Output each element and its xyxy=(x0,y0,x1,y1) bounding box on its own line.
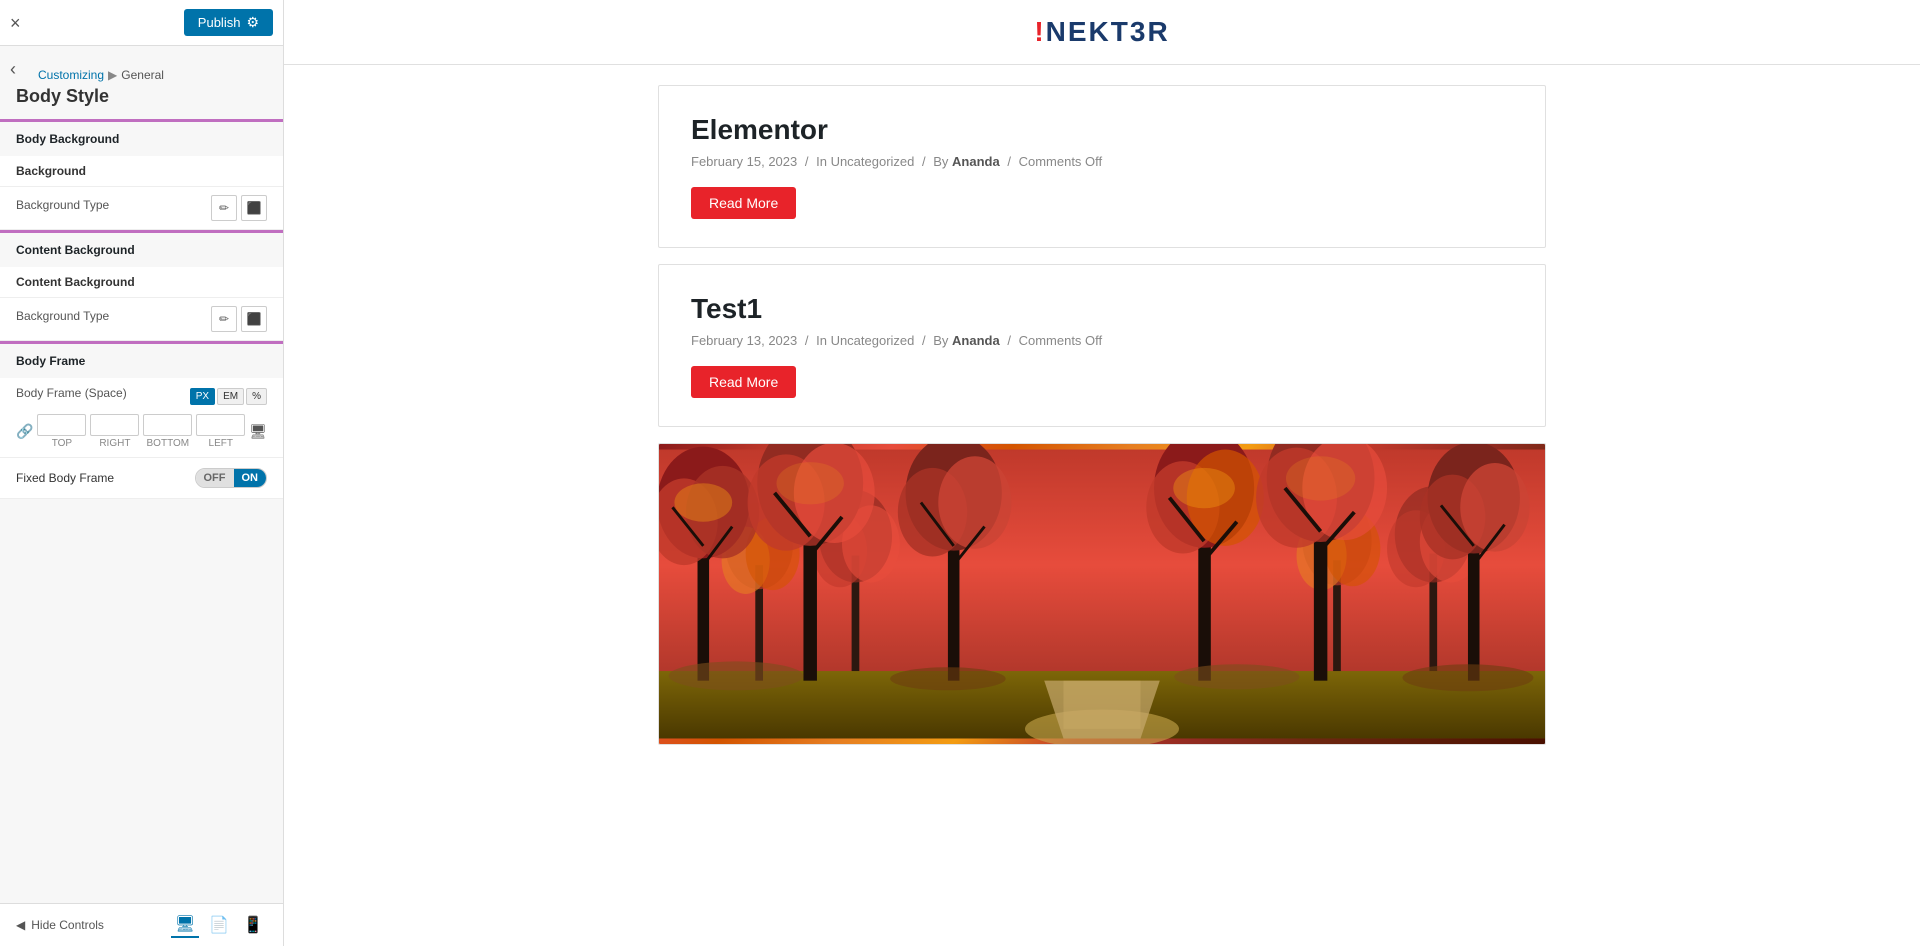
post-comments-1: Comments Off xyxy=(1019,154,1103,169)
panel-title: Body Style xyxy=(0,82,283,119)
background-type-icons: ✏ ⬛ xyxy=(211,195,267,221)
left-field: LEFT xyxy=(196,414,245,449)
content-background-control: Content Background xyxy=(0,267,283,298)
site-logo: !NEKT3R xyxy=(284,16,1920,48)
hide-controls-button[interactable]: ◀ Hide Controls xyxy=(16,918,104,932)
breadcrumb-customizing[interactable]: Customizing xyxy=(38,68,104,82)
post-author-1: Ananda xyxy=(952,154,1000,169)
unit-buttons: PX EM % xyxy=(190,388,267,405)
post-category-1: Uncategorized xyxy=(831,154,915,169)
toggle-off[interactable]: OFF xyxy=(196,469,234,487)
right-label: RIGHT xyxy=(99,438,130,449)
panel-bottom: ◀ Hide Controls 🖥 📄 📱 xyxy=(0,903,283,946)
post-comments-2: Comments Off xyxy=(1019,333,1103,348)
post-in-2: In xyxy=(816,333,827,348)
site-header: !NEKT3R xyxy=(284,0,1920,65)
spacer-inputs: 🔗 TOP RIGHT BOTTOM LEFT 🖥 xyxy=(0,410,283,458)
breadcrumb-arrow: ▶ xyxy=(108,68,117,82)
bottom-label: BOTTOM xyxy=(147,438,190,449)
content-background-type-label: Background Type xyxy=(16,309,109,323)
autumn-image xyxy=(659,444,1545,744)
post-category-2: Uncategorized xyxy=(831,333,915,348)
logo-text: NEKT3R xyxy=(1046,16,1170,47)
preview-area: !NEKT3R Elementor February 15, 2023 / In… xyxy=(284,0,1920,946)
content-background-type-row: Background Type ✏ ⬛ xyxy=(0,298,283,341)
post-date-1: February 15, 2023 xyxy=(691,154,797,169)
top-label: TOP xyxy=(52,438,72,449)
background-label: Background xyxy=(16,164,267,178)
content-background-label: Content Background xyxy=(16,275,267,289)
toggle-on[interactable]: ON xyxy=(234,469,267,487)
logo-exclaim: ! xyxy=(1034,16,1045,47)
pencil-icon-btn[interactable]: ✏ xyxy=(211,195,237,221)
posts-area: Elementor February 15, 2023 / In Uncateg… xyxy=(642,65,1562,765)
post-by-1: By xyxy=(933,154,948,169)
section-content-background: Content Background xyxy=(0,230,283,267)
close-button[interactable]: × xyxy=(10,14,21,32)
unit-em-btn[interactable]: EM xyxy=(217,388,244,405)
hide-controls-label: Hide Controls xyxy=(31,918,104,932)
desktop-view-btn[interactable]: 🖥 xyxy=(171,912,199,938)
frame-unit-row: Body Frame (Space) PX EM % xyxy=(0,378,283,410)
fixed-frame-label: Fixed Body Frame xyxy=(16,471,114,485)
background-control: Background xyxy=(0,156,283,187)
hide-controls-arrow: ◀ xyxy=(16,918,25,932)
top-field: TOP xyxy=(37,414,86,449)
back-button[interactable]: ‹ xyxy=(10,59,16,80)
left-panel: × Publish ⚙ ‹ Customizing ▶ General Body… xyxy=(0,0,284,946)
image-icon-btn[interactable]: ⬛ xyxy=(241,195,267,221)
read-more-btn-1[interactable]: Read More xyxy=(691,187,796,219)
post-by-2: By xyxy=(933,333,948,348)
unit-px-btn[interactable]: PX xyxy=(190,388,215,405)
monitor-icon: 🖥 xyxy=(249,423,267,440)
right-input[interactable] xyxy=(90,414,139,436)
publish-label: Publish xyxy=(198,15,241,30)
bottom-input[interactable] xyxy=(143,414,192,436)
panel-topbar: × Publish ⚙ xyxy=(0,0,283,46)
post-author-2: Ananda xyxy=(952,333,1000,348)
mobile-view-btn[interactable]: 📱 xyxy=(239,912,267,938)
post-in-1: In xyxy=(816,154,827,169)
post-card-1: Elementor February 15, 2023 / In Uncateg… xyxy=(658,85,1546,248)
publish-button[interactable]: Publish ⚙ xyxy=(184,9,273,36)
post-date-2: February 13, 2023 xyxy=(691,333,797,348)
breadcrumb-section: General xyxy=(121,68,164,82)
post-title-2: Test1 xyxy=(691,293,1513,325)
section-body-background: Body Background xyxy=(0,119,283,156)
post-title-1: Elementor xyxy=(691,114,1513,146)
tablet-view-btn[interactable]: 📄 xyxy=(205,912,233,938)
left-input[interactable] xyxy=(196,414,245,436)
gear-icon: ⚙ xyxy=(246,14,259,31)
post-card-2: Test1 February 13, 2023 / In Uncategoriz… xyxy=(658,264,1546,427)
view-buttons: 🖥 📄 📱 xyxy=(171,912,267,938)
link-icon[interactable]: 🔗 xyxy=(16,423,33,440)
bottom-field: BOTTOM xyxy=(143,414,192,449)
top-input[interactable] xyxy=(37,414,86,436)
frame-space-label: Body Frame (Space) xyxy=(16,386,127,400)
content-bg-type-icons: ✏ ⬛ xyxy=(211,306,267,332)
content-image-icon-btn[interactable]: ⬛ xyxy=(241,306,267,332)
autumn-image-card xyxy=(658,443,1546,745)
left-label: LEFT xyxy=(209,438,233,449)
post-meta-2: February 13, 2023 / In Uncategorized / B… xyxy=(691,333,1513,348)
unit-percent-btn[interactable]: % xyxy=(246,388,267,405)
background-type-label: Background Type xyxy=(16,198,109,212)
right-field: RIGHT xyxy=(90,414,139,449)
breadcrumb: Customizing ▶ General xyxy=(22,56,180,82)
fixed-body-frame-row: Fixed Body Frame OFF ON xyxy=(0,458,283,499)
content-pencil-icon-btn[interactable]: ✏ xyxy=(211,306,237,332)
autumn-scene-svg xyxy=(659,444,1545,744)
background-type-row: Background Type ✏ ⬛ xyxy=(0,187,283,230)
read-more-btn-2[interactable]: Read More xyxy=(691,366,796,398)
section-body-frame: Body Frame xyxy=(0,341,283,378)
fixed-frame-toggle[interactable]: OFF ON xyxy=(195,468,268,488)
post-meta-1: February 15, 2023 / In Uncategorized / B… xyxy=(691,154,1513,169)
